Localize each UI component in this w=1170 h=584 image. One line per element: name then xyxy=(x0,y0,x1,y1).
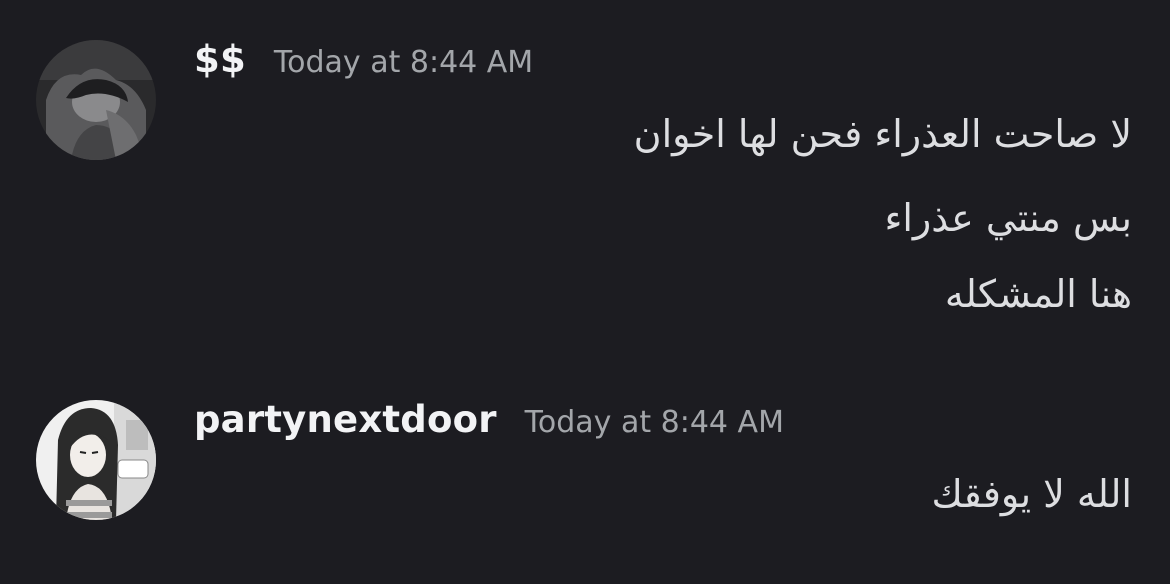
message-line: بس منتي عذراء xyxy=(884,196,1132,240)
anime-avatar-icon xyxy=(36,400,156,520)
username[interactable]: $$ xyxy=(194,38,246,81)
username[interactable]: partynextdoor xyxy=(194,398,497,441)
timestamp: Today at 8:44 AM xyxy=(524,405,784,440)
chat-message-list: $$ Today at 8:44 AM لا صاحت العذراء فحن … xyxy=(0,0,1170,584)
avatar[interactable] xyxy=(36,40,156,160)
timestamp: Today at 8:44 AM xyxy=(273,45,534,80)
message-header: $$ Today at 8:44 AM xyxy=(194,38,533,98)
avatar[interactable] xyxy=(36,400,156,520)
message-line: هنا المشكله xyxy=(944,272,1132,316)
user-avatar-photo-icon xyxy=(36,40,156,160)
message-line: الله لا يوفقك xyxy=(931,472,1132,516)
message-header: partynextdoor Today at 8:44 AM xyxy=(194,398,784,458)
message-line: لا صاحت العذراء فحن لها اخوان xyxy=(633,112,1132,156)
